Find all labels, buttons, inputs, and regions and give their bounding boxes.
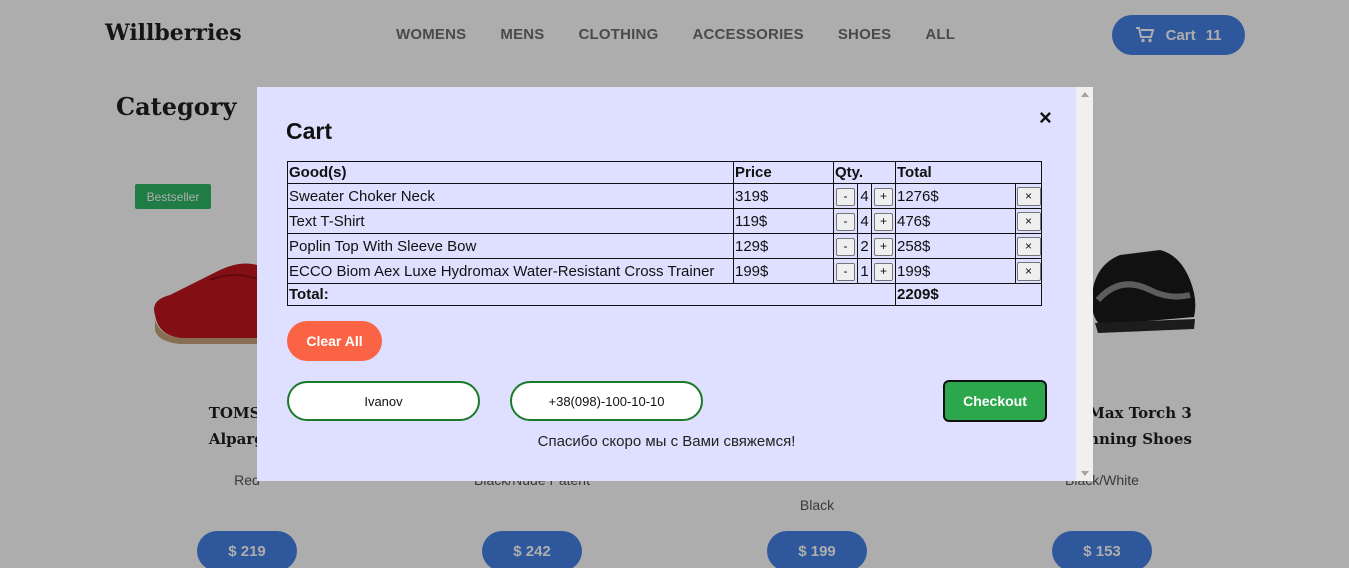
total-label: Total:: [287, 283, 896, 306]
clear-all-button[interactable]: Clear All: [287, 321, 382, 361]
item-qty: 4: [857, 208, 872, 234]
remove-item-button[interactable]: ×: [1016, 261, 1041, 281]
decrease-qty-button[interactable]: -: [836, 187, 855, 206]
checkout-label: Checkout: [963, 393, 1027, 409]
item-total: 258$: [895, 233, 1016, 259]
remove-item-button[interactable]: ×: [1016, 186, 1041, 206]
cart-table: Good(s) Price Qty. Total Sweater Choker …: [287, 161, 1042, 306]
confirmation-message: Спасибо скоро мы с Вами свяжемся!: [537, 433, 796, 450]
item-qty: 1: [857, 258, 872, 284]
table-total-row: Total: 2209$: [287, 283, 1042, 306]
table-row: ECCO Biom Aex Luxe Hydromax Water-Resist…: [287, 258, 1042, 284]
decrease-qty-button[interactable]: -: [836, 212, 855, 231]
name-input[interactable]: [287, 381, 480, 421]
increase-qty-button[interactable]: +: [874, 262, 893, 281]
item-total: 1276$: [895, 183, 1016, 209]
checkout-button[interactable]: Checkout: [943, 380, 1047, 422]
header-goods: Good(s): [287, 161, 734, 184]
item-price: 199$: [733, 258, 834, 284]
item-qty: 4: [857, 183, 872, 209]
cart-modal: Cart × Good(s) Price Qty. Total Sweater …: [257, 87, 1093, 481]
remove-item-button[interactable]: ×: [1016, 236, 1041, 256]
table-header-row: Good(s) Price Qty. Total: [287, 161, 1042, 184]
modal-title: Cart: [286, 118, 333, 144]
scroll-up-icon[interactable]: [1081, 92, 1089, 97]
item-name: ECCO Biom Aex Luxe Hydromax Water-Resist…: [287, 258, 734, 284]
modal-scrollbar[interactable]: [1076, 87, 1093, 481]
remove-item-button[interactable]: ×: [1016, 211, 1041, 231]
decrease-qty-button[interactable]: -: [836, 237, 855, 256]
table-row: Text T-Shirt 119$ - 4 + 476$ ×: [287, 208, 1042, 234]
decrease-qty-button[interactable]: -: [836, 262, 855, 281]
table-row: Poplin Top With Sleeve Bow 129$ - 2 + 25…: [287, 233, 1042, 259]
total-value: 2209$: [895, 283, 1042, 306]
item-price: 129$: [733, 233, 834, 259]
increase-qty-button[interactable]: +: [874, 187, 893, 206]
item-price: 119$: [733, 208, 834, 234]
header-price: Price: [733, 161, 834, 184]
scroll-down-icon[interactable]: [1081, 471, 1089, 476]
close-icon[interactable]: ×: [1039, 105, 1052, 131]
increase-qty-button[interactable]: +: [874, 212, 893, 231]
item-total: 199$: [895, 258, 1016, 284]
header-total: Total: [895, 161, 1042, 184]
phone-input[interactable]: [510, 381, 703, 421]
item-price: 319$: [733, 183, 834, 209]
item-total: 476$: [895, 208, 1016, 234]
increase-qty-button[interactable]: +: [874, 237, 893, 256]
item-name: Sweater Choker Neck: [287, 183, 734, 209]
item-name: Poplin Top With Sleeve Bow: [287, 233, 734, 259]
item-qty: 2: [857, 233, 872, 259]
table-row: Sweater Choker Neck 319$ - 4 + 1276$ ×: [287, 183, 1042, 209]
item-name: Text T-Shirt: [287, 208, 734, 234]
header-qty: Qty.: [833, 161, 896, 184]
